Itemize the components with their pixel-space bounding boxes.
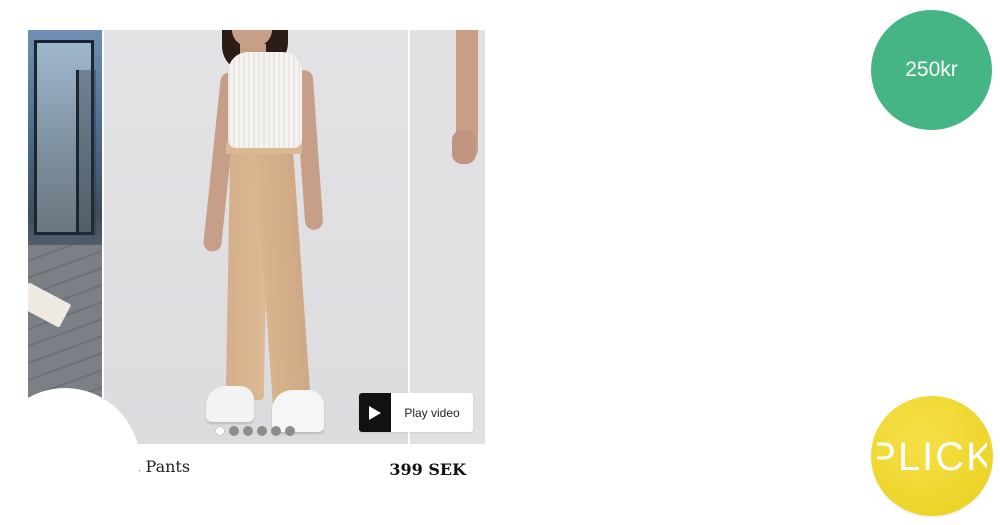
product-price: 399 SEK: [389, 460, 466, 479]
model-hand: [452, 130, 476, 164]
carousel-dot[interactable]: [215, 426, 225, 436]
app-screen: Play video t Pants 399 SEK 250kr PLICK: [0, 0, 1000, 525]
storefront-door: [76, 70, 96, 235]
carousel-slide-previous[interactable]: [28, 30, 102, 444]
carousel-dot[interactable]: [243, 426, 253, 436]
plick-logo: PLICK: [871, 396, 993, 516]
plick-logo-wordmark: PLICK: [877, 435, 987, 479]
play-video-button[interactable]: Play video: [359, 393, 473, 432]
price-badge-text: 250kr: [905, 58, 958, 81]
carousel-dot[interactable]: [257, 426, 267, 436]
carousel-slide-next[interactable]: [410, 30, 485, 444]
play-icon: [359, 393, 391, 432]
product-image-carousel[interactable]: Play video: [28, 30, 485, 444]
price-badge: 250kr: [871, 10, 992, 130]
carousel-pagination: [215, 426, 295, 436]
carousel-dot[interactable]: [229, 426, 239, 436]
product-name[interactable]: t Pants: [134, 457, 190, 476]
model-sneaker-left: [206, 386, 254, 422]
carousel-dot[interactable]: [285, 426, 295, 436]
carousel-dot[interactable]: [271, 426, 281, 436]
model-top: [228, 52, 302, 148]
product-card[interactable]: Play video t Pants 399 SEK: [28, 30, 485, 490]
svg-text:PLICK: PLICK: [877, 435, 987, 479]
play-video-label: Play video: [404, 405, 460, 420]
carousel-slide-current[interactable]: [104, 30, 408, 444]
